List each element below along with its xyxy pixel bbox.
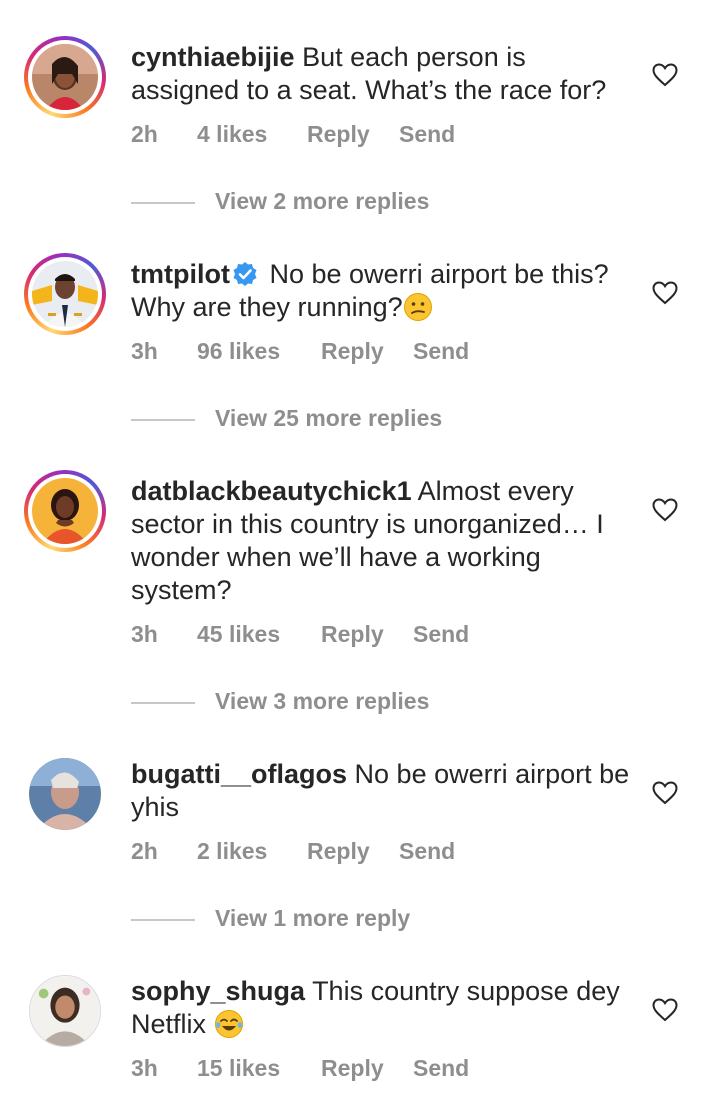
view-replies-label: View 2 more replies — [215, 188, 430, 214]
likes-count[interactable]: 45 likes — [197, 621, 280, 648]
heart-icon[interactable] — [652, 63, 678, 87]
likes-count[interactable]: 15 likes — [197, 1055, 280, 1082]
send-button[interactable]: Send — [399, 838, 455, 865]
avatar-frame[interactable] — [24, 753, 106, 835]
username[interactable]: tmtpilot — [131, 259, 230, 289]
likes-count[interactable]: 4 likes — [197, 121, 267, 148]
timestamp[interactable]: 2h — [131, 838, 158, 865]
send-button[interactable]: Send — [399, 121, 455, 148]
username[interactable]: datblackbeautychick1 — [131, 476, 412, 506]
heart-icon[interactable] — [652, 281, 678, 305]
avatar[interactable] — [29, 758, 101, 830]
story-ring[interactable] — [24, 253, 106, 335]
likes-count[interactable]: 2 likes — [197, 838, 267, 865]
reply-button[interactable]: Reply — [321, 1055, 384, 1082]
username[interactable]: cynthiaebijie — [131, 42, 295, 72]
timestamp[interactable]: 3h — [131, 621, 158, 648]
view-replies-label: View 1 more reply — [215, 905, 411, 931]
send-button[interactable]: Send — [413, 1055, 469, 1082]
confused-face-emoji-icon — [403, 293, 432, 321]
comment-text-block: bugatti__oflagos No be owerri airport be… — [131, 758, 631, 824]
comment-text-block: cynthiaebijie But each person is assigne… — [131, 41, 631, 107]
heart-icon[interactable] — [652, 498, 678, 522]
avatar-frame[interactable] — [24, 970, 106, 1052]
view-replies-button[interactable]: View 3 more replies — [131, 688, 631, 718]
reply-button[interactable]: Reply — [307, 121, 370, 148]
username[interactable]: sophy_shuga — [131, 976, 305, 1006]
divider-line — [131, 702, 195, 704]
comment-text-block: tmtpilot No be owerri airport be this? W… — [131, 258, 631, 324]
likes-count[interactable]: 96 likes — [197, 338, 280, 365]
send-button[interactable]: Send — [413, 338, 469, 365]
avatar[interactable] — [32, 44, 98, 110]
view-replies-label: View 25 more replies — [215, 405, 443, 431]
avatar[interactable] — [32, 478, 98, 544]
timestamp[interactable]: 3h — [131, 338, 158, 365]
timestamp[interactable]: 2h — [131, 121, 158, 148]
reply-button[interactable]: Reply — [321, 621, 384, 648]
username[interactable]: bugatti__oflagos — [131, 759, 347, 789]
avatar[interactable] — [32, 261, 98, 327]
verified-badge-icon — [233, 262, 257, 286]
heart-icon[interactable] — [652, 781, 678, 805]
tears-of-joy-emoji-icon — [214, 1010, 243, 1038]
timestamp[interactable]: 3h — [131, 1055, 158, 1082]
divider-line — [131, 919, 195, 921]
heart-icon[interactable] — [652, 998, 678, 1022]
reply-button[interactable]: Reply — [307, 838, 370, 865]
story-ring[interactable] — [24, 470, 106, 552]
story-ring[interactable] — [24, 36, 106, 118]
view-replies-button[interactable]: View 2 more replies — [131, 188, 631, 218]
comment-text-block: datblackbeautychick1 Almost every sector… — [131, 475, 631, 607]
reply-button[interactable]: Reply — [321, 338, 384, 365]
view-replies-button[interactable]: View 25 more replies — [131, 405, 631, 435]
view-replies-button[interactable]: View 1 more reply — [131, 905, 631, 935]
send-button[interactable]: Send — [413, 621, 469, 648]
avatar[interactable] — [29, 975, 101, 1047]
divider-line — [131, 202, 195, 204]
view-replies-label: View 3 more replies — [215, 688, 430, 714]
divider-line — [131, 419, 195, 421]
comment-text-block: sophy_shuga This country suppose dey Net… — [131, 975, 631, 1041]
